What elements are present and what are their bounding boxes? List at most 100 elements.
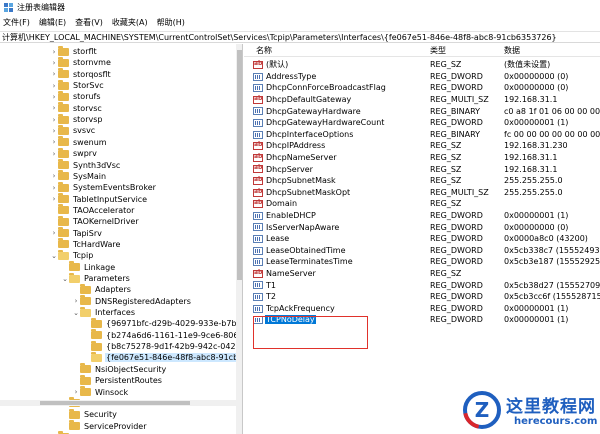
chevron-right-icon[interactable]: ›: [50, 137, 58, 148]
address-bar[interactable]: 计算机\HKEY_LOCAL_MACHINE\SYSTEM\CurrentCon…: [0, 31, 600, 43]
chevron-right-icon[interactable]: ›: [50, 171, 58, 182]
tree-item[interactable]: › TabletInputService: [50, 193, 148, 205]
value-row[interactable]: DhcpGatewayHardware REG_BINARY c0 a8 1f 01…: [244, 105, 600, 117]
menu-view[interactable]: 查看(V): [75, 17, 103, 28]
tree-item[interactable]: › swenum: [50, 136, 108, 148]
value-name: AddressType: [266, 71, 317, 81]
value-row[interactable]: NameServer REG_SZ: [244, 268, 600, 280]
value-data: fc 00 00 00 00 00 00 00 00 00 00: [504, 129, 600, 139]
tree-item[interactable]: › stornvme: [50, 56, 112, 68]
value-row[interactable]: Lease REG_DWORD 0x0000a8c0 (43200): [244, 233, 600, 245]
menu-help[interactable]: 帮助(H): [157, 17, 185, 28]
tree-item[interactable]: › storflt: [50, 45, 98, 57]
value-data: 0x5cb338c7 (1555249351): [504, 245, 600, 255]
tree-horizontal-scrollbar[interactable]: [0, 400, 236, 406]
tree-item[interactable]: ⌄ Interfaces: [72, 306, 136, 318]
tree-item[interactable]: › storvsc: [50, 102, 103, 114]
value-row[interactable]: IsServerNapAware REG_DWORD 0x00000000 (0): [244, 221, 600, 233]
tree-item[interactable]: {fe067e51-846e-48f8-abc8-91cb6353726}: [83, 351, 242, 363]
tree-item[interactable]: NsiObjectSecurity: [72, 363, 167, 375]
menu-file[interactable]: 文件(F): [3, 17, 30, 28]
value-row[interactable]: DhcpNameServer REG_SZ 192.168.31.1: [244, 152, 600, 164]
value-row[interactable]: DhcpGatewayHardwareCount REG_DWORD 0x00000…: [244, 117, 600, 129]
value-row[interactable]: Domain REG_SZ: [244, 198, 600, 210]
menu-favorites[interactable]: 收藏夹(A): [112, 17, 148, 28]
value-row[interactable]: T1 REG_DWORD 0x5cb38d27 (1555270951): [244, 279, 600, 291]
chevron-right-icon[interactable]: ›: [72, 296, 80, 307]
chevron-right-icon[interactable]: ›: [50, 91, 58, 102]
tree-item[interactable]: Linkage: [61, 261, 116, 273]
value-row[interactable]: AddressType REG_DWORD 0x00000000 (0): [244, 71, 600, 83]
chevron-right-icon[interactable]: ›: [50, 103, 58, 114]
value-row[interactable]: DhcpDefaultGateway REG_MULTI_SZ 192.168.31…: [244, 94, 600, 106]
value-name: DhcpSubnetMaskOpt: [266, 187, 351, 197]
tree-item[interactable]: ServiceProvider: [61, 420, 148, 432]
tree-item[interactable]: {96971bfc-d29b-4029-933e-b7b21191e3a9: [83, 317, 242, 329]
value-row[interactable]: LeaseTerminatesTime REG_DWORD 0x5cb3e187 (…: [244, 256, 600, 268]
value-row[interactable]: DhcpConnForceBroadcastFlag REG_DWORD 0x000…: [244, 82, 600, 94]
tree-item[interactable]: › Winsock: [72, 386, 129, 398]
value-type: REG_DWORD: [430, 222, 483, 232]
value-row[interactable]: TcpAckFrequency REG_DWORD 0x00000001 (1): [244, 303, 600, 315]
value-type: REG_DWORD: [430, 280, 483, 290]
chevron-right-icon[interactable]: ›: [50, 57, 58, 68]
tree-item[interactable]: TAOAccelerator: [50, 204, 135, 216]
chevron-down-icon[interactable]: ⌄: [72, 307, 80, 318]
tree-item[interactable]: › storqosflt: [50, 68, 112, 80]
tree-item-label: storvsp: [73, 115, 103, 125]
chevron-right-icon[interactable]: ›: [50, 46, 58, 57]
tree-item[interactable]: › SystemEventsBroker: [50, 181, 157, 193]
tree-item[interactable]: Adapters: [72, 283, 132, 295]
tree-item[interactable]: › SysMain: [50, 170, 107, 182]
tree-item[interactable]: › storufs: [50, 90, 102, 102]
tree-item[interactable]: {b8c75278-9d1f-42b9-942c-042e9480916d: [83, 340, 242, 352]
chevron-right-icon[interactable]: ›: [50, 69, 58, 80]
value-row[interactable]: T2 REG_DWORD 0x5cb3cc6f (1555287151): [244, 291, 600, 303]
column-header-data[interactable]: 数据: [504, 45, 520, 56]
tree-item[interactable]: Security: [61, 408, 118, 420]
tree-item[interactable]: › storvsp: [50, 113, 103, 125]
value-row[interactable]: DhcpServer REG_SZ 192.168.31.1: [244, 163, 600, 175]
column-header-type[interactable]: 类型: [430, 45, 446, 56]
chevron-right-icon[interactable]: ›: [50, 80, 58, 91]
tree-item[interactable]: › svsvc: [50, 124, 96, 136]
tree-item[interactable]: TcHardWare: [50, 238, 121, 250]
value-row[interactable]: DhcpInterfaceOptions REG_BINARY fc 00 00 0…: [244, 129, 600, 141]
chevron-right-icon[interactable]: ›: [50, 114, 58, 125]
chevron-right-icon[interactable]: ›: [50, 194, 58, 205]
chevron-right-icon[interactable]: ›: [50, 148, 58, 159]
tree-item[interactable]: {b274a6d6-1161-11e9-9ce6-806e6f6e6963: [83, 329, 242, 341]
chevron-right-icon[interactable]: ›: [50, 182, 58, 193]
folder-icon: [69, 420, 80, 431]
chevron-down-icon[interactable]: ⌄: [50, 250, 58, 261]
tree-item-label: TcHardWare: [73, 239, 121, 249]
tree-item[interactable]: › swprv: [50, 147, 98, 159]
tree-item[interactable]: ⌄ Parameters: [61, 272, 131, 284]
value-row[interactable]: DhcpIPAddress REG_SZ 192.168.31.230: [244, 140, 600, 152]
value-row[interactable]: (默认) REG_SZ (数值未设置): [244, 59, 600, 71]
menu-edit[interactable]: 编辑(E): [39, 17, 66, 28]
value-row[interactable]: DhcpSubnetMask REG_SZ 255.255.255.0: [244, 175, 600, 187]
tree-item[interactable]: ⌄ Tcpip: [50, 249, 94, 261]
value-row[interactable]: EnableDHCP REG_DWORD 0x00000001 (1): [244, 210, 600, 222]
folder-icon: [58, 193, 69, 204]
value-row[interactable]: LeaseObtainedTime REG_DWORD 0x5cb338c7 (15…: [244, 245, 600, 257]
tree-item[interactable]: › DNSRegisteredAdapters: [72, 295, 192, 307]
chevron-right-icon[interactable]: ›: [50, 125, 58, 136]
tree-item[interactable]: TAOKernelDriver: [50, 215, 140, 227]
tree-vertical-scrollbar[interactable]: [236, 44, 242, 434]
chevron-right-icon[interactable]: ›: [72, 387, 80, 398]
chevron-down-icon[interactable]: ⌄: [61, 273, 69, 284]
tree-item[interactable]: › TapiSrv: [50, 227, 103, 239]
chevron-right-icon[interactable]: ›: [50, 228, 58, 239]
tree-item[interactable]: Synth3dVsc: [50, 159, 121, 171]
folder-icon: [91, 340, 102, 351]
string-value-icon: [253, 199, 263, 209]
value-type: REG_DWORD: [430, 315, 483, 325]
tree-item[interactable]: › StorSvc: [50, 79, 105, 91]
tree-item[interactable]: PersistentRoutes: [72, 374, 163, 386]
string-value-icon: [253, 164, 263, 174]
value-row[interactable]: DhcpSubnetMaskOpt REG_MULTI_SZ 255.255.255…: [244, 187, 600, 199]
column-header-name[interactable]: 名称: [256, 45, 272, 56]
